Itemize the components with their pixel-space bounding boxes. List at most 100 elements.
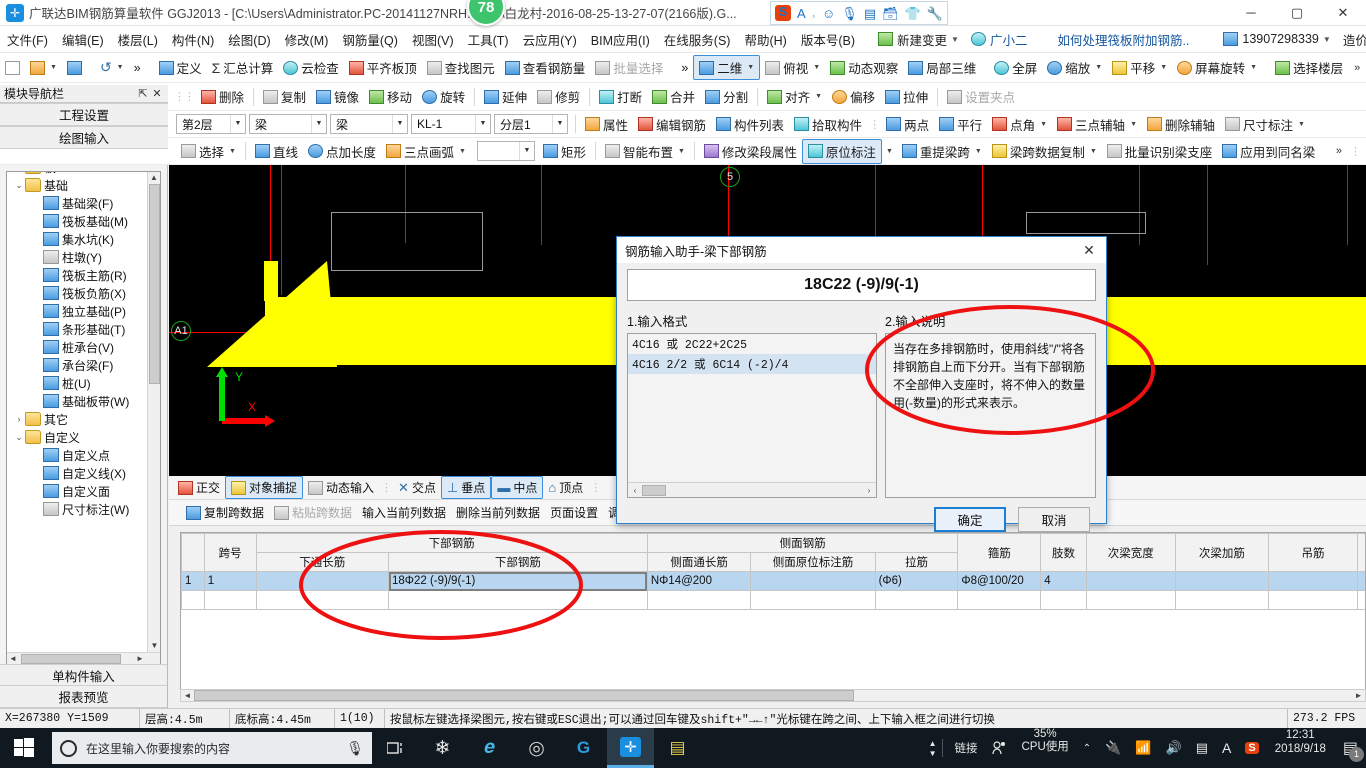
undo-button[interactable]: ↺ ▼ — [95, 57, 129, 78]
cell-span-no[interactable]: 1 — [203, 571, 257, 591]
ime-skin-icon[interactable]: 👕 — [905, 7, 921, 20]
type-select[interactable]: 梁 ▼ — [330, 114, 408, 134]
account-chevron-down-icon[interactable]: ▼ — [1323, 35, 1331, 44]
toolbar-standard-overflow[interactable]: » — [129, 59, 146, 77]
sidebar-button-report-preview[interactable]: 报表预览 — [0, 685, 167, 708]
snap-midpoint-toggle[interactable]: ▬ 中点 — [491, 476, 544, 499]
menu-online-service[interactable]: 在线服务(S) — [657, 27, 738, 52]
select-floor-button[interactable]: 选择楼层 — [1270, 56, 1348, 79]
menu-help[interactable]: 帮助(H) — [737, 27, 793, 52]
tray-volume-icon[interactable]: 🔊 — [1159, 728, 1189, 768]
new-change-button[interactable]: 新建变更 ▼ — [872, 30, 965, 49]
tree-item[interactable]: ⌄ 自定义 — [7, 428, 160, 446]
pick-member-button[interactable]: 拾取构件 — [789, 113, 867, 136]
menu-bim[interactable]: BIM应用(I) — [584, 27, 657, 52]
cell-hanger[interactable] — [1267, 571, 1359, 591]
grid-header-tie-rebar[interactable]: 拉筋 — [874, 552, 959, 572]
grid-horizontal-scrollbar[interactable]: ◄ ► — [180, 689, 1366, 702]
extend-button[interactable]: 延伸 — [479, 85, 532, 108]
line-tool-button[interactable]: 直线 — [250, 140, 303, 163]
three-point-axis-button[interactable]: 三点辅轴 ▼ — [1052, 113, 1142, 136]
grid-header-hanger[interactable]: 吊筋 — [1267, 533, 1359, 572]
snap-perpendicular-toggle[interactable]: ⊥ 垂点 — [440, 476, 492, 499]
cell-legs[interactable]: 4 — [1040, 571, 1087, 591]
copy-button[interactable]: 复制 — [258, 85, 311, 108]
zoom-chevron-down-icon[interactable]: ▼ — [1095, 64, 1102, 71]
member-select-chevron-down-icon[interactable]: ▼ — [475, 115, 490, 133]
cell-lower-through[interactable] — [255, 571, 390, 591]
grid-header-span-no[interactable]: 跨号 — [203, 533, 257, 572]
chevron-right-icon[interactable]: › — [13, 414, 25, 424]
ime-keyboard-icon[interactable]: ▤ — [864, 7, 876, 20]
tree-item[interactable]: 自定义面 — [7, 482, 160, 500]
list-item[interactable]: 4C16 2/2 或 6C14 (-2)/4 — [628, 354, 876, 374]
batch-identify-support-button[interactable]: 批量识别梁支座 — [1102, 140, 1218, 163]
grid-header-secondary-width[interactable]: 次梁宽度 — [1085, 533, 1176, 572]
delete-button[interactable]: 删除 — [196, 85, 249, 108]
cell-empty[interactable] — [255, 590, 390, 610]
draw-extra-select[interactable]: ▼ — [476, 141, 535, 161]
member-tree[interactable]: 墙洞(D)壁龛(I)连梁(G)过梁(G)带形洞带形窗⌄梁梁(L)圈梁(E)›板⌄… — [6, 171, 161, 666]
align-slab-top-button[interactable]: 平齐板顶 — [344, 56, 422, 79]
tree-item[interactable]: ⌄ 基础 — [7, 176, 160, 194]
listbox-scroll-left-icon[interactable]: ‹ — [628, 486, 642, 495]
microphone-icon[interactable]: 🎙 — [346, 740, 364, 757]
merge-button[interactable]: 合并 — [647, 85, 700, 108]
tray-wifi-icon[interactable]: 📶 — [1128, 728, 1158, 768]
tree-item[interactable]: 筏板负筋(X) — [7, 284, 160, 302]
taskbar-app-ggj-active[interactable]: ✛ — [607, 728, 654, 768]
sidebar-button-project-settings[interactable]: 工程设置 — [0, 103, 168, 126]
view-rebar-amount-button[interactable]: 查看钢筋量 — [500, 56, 591, 79]
screen-rotate-button[interactable]: 屏幕旋转 ▼ — [1172, 56, 1262, 79]
listbox-scroll-thumb[interactable] — [642, 484, 666, 496]
scroll-down-icon[interactable]: ▼ — [148, 640, 160, 652]
fullscreen-button[interactable]: 全屏 — [989, 56, 1042, 79]
snap-intersection-toggle[interactable]: ✕ 交点 — [393, 477, 441, 498]
menu-draw[interactable]: 绘图(D) — [221, 27, 277, 52]
split-button[interactable]: 分割 — [700, 85, 753, 108]
view-2d-chevron-down-icon[interactable]: ▼ — [747, 64, 754, 71]
tree-item[interactable]: 桩(U) — [7, 374, 160, 392]
grid-header-lower-rebar[interactable]: 下部钢筋 — [388, 552, 648, 572]
grid-header-legs[interactable]: 肢数 — [1040, 533, 1087, 572]
edit-rebar-button[interactable]: 编辑钢筋 — [633, 113, 711, 136]
taskbar-app-note[interactable]: ▤ — [654, 728, 701, 768]
input-current-column-button[interactable]: 输入当前列数据 — [357, 502, 451, 523]
select-tool-button[interactable]: 选择 ▼ — [176, 140, 241, 163]
axis-bubble[interactable]: A1 — [171, 321, 191, 341]
apply-same-name-beam-button[interactable]: 应用到同名梁 — [1217, 140, 1320, 163]
dialog-close-button[interactable]: ✕ — [1072, 237, 1106, 263]
tree-item[interactable]: 基础板带(W) — [7, 392, 160, 410]
axis-bubble[interactable]: 5 — [720, 167, 740, 187]
align-button[interactable]: 对齐 ▼ — [762, 85, 827, 108]
cell-side-through[interactable]: NΦ14@200 — [646, 571, 752, 591]
category-select-chevron-down-icon[interactable]: ▼ — [311, 115, 326, 133]
list-item[interactable]: 4C16 或 2C22+2C25 — [628, 334, 876, 354]
tree-item[interactable]: 集水坑(K) — [7, 230, 160, 248]
cell-empty[interactable] — [1267, 590, 1359, 610]
cell-stirrup[interactable]: Φ8@100/20 — [957, 571, 1042, 591]
screen-rotate-chevron-down-icon[interactable]: ▼ — [1250, 64, 1257, 71]
tree-item[interactable]: 筏板主筋(R) — [7, 266, 160, 284]
point-length-tool-button[interactable]: 点加长度 — [303, 140, 381, 163]
smart-layout-button[interactable]: 智能布置 ▼ — [600, 140, 690, 163]
in-situ-chevron-down-icon[interactable]: ▼ — [886, 148, 893, 155]
menu-edit[interactable]: 编辑(E) — [55, 27, 111, 52]
open-file-button[interactable]: ▼ — [25, 59, 62, 77]
cell-empty[interactable] — [388, 590, 648, 610]
menu-tools[interactable]: 工具(T) — [461, 27, 516, 52]
grid-header-secondary-add[interactable]: 次梁加筋 — [1174, 533, 1269, 572]
close-button[interactable]: ✕ — [1320, 0, 1366, 26]
view-overflow-button[interactable]: » — [676, 59, 693, 77]
re-extract-beam-span-button[interactable]: 重提梁跨 ▼ — [897, 140, 987, 163]
taskbar-app-gg[interactable]: G — [560, 728, 607, 768]
tray-expand-button[interactable]: ▲ ▼ — [927, 728, 939, 768]
cancel-button[interactable]: 取消 — [1018, 507, 1090, 532]
pan-chevron-down-icon[interactable]: ▼ — [1160, 64, 1167, 71]
beam-span-copy-button[interactable]: 梁跨数据复制 ▼ — [987, 140, 1102, 163]
tree-item[interactable]: 尺寸标注(W) — [7, 500, 160, 518]
cell-secondary-add[interactable] — [1174, 571, 1269, 591]
dynamic-input-toggle[interactable]: 动态输入 — [303, 477, 379, 498]
member-list-button[interactable]: 构件列表 — [711, 113, 789, 136]
modify-beam-segment-button[interactable]: 修改梁段属性 — [699, 140, 802, 163]
